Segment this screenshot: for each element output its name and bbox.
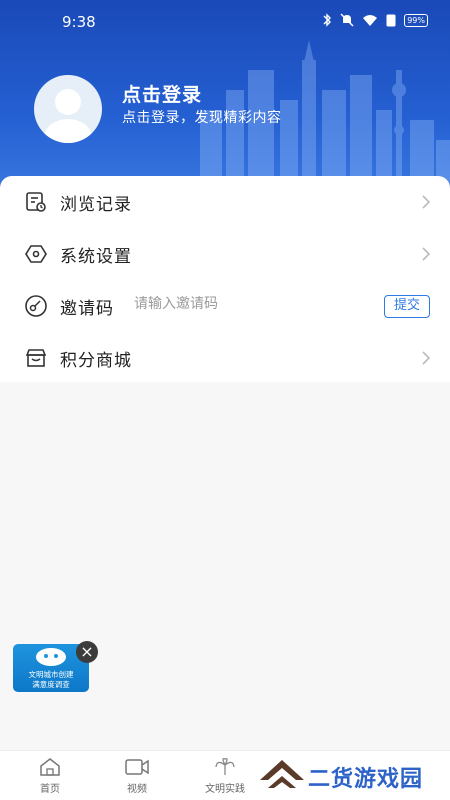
menu-label-invite: 邀请码	[60, 298, 114, 319]
login-title[interactable]: 点击登录	[122, 80, 202, 107]
survey-line2: 满意度调查	[32, 680, 70, 689]
menu-card: 浏览记录 系统设置 邀请码 提交 积分商城	[0, 176, 450, 382]
login-subtitle: 点击登录，发现精彩内容	[122, 110, 282, 126]
invite-code-input[interactable]	[134, 296, 364, 312]
nav-label-practice: 文明实践	[205, 784, 245, 795]
chevron-right-icon	[422, 247, 431, 261]
nav-practice[interactable]: 文明实践	[195, 757, 255, 795]
store-icon	[25, 349, 47, 367]
settings-icon	[25, 245, 47, 263]
battery-indicator: 99%	[404, 13, 428, 27]
menu-label-history: 浏览记录	[60, 194, 132, 215]
menu-label-settings: 系统设置	[60, 246, 132, 267]
chevron-right-icon	[422, 195, 431, 209]
sim-icon	[386, 14, 396, 26]
avatar[interactable]	[34, 75, 102, 143]
menu-item-history[interactable]: 浏览记录	[0, 176, 450, 228]
menu-item-invite: 邀请码 提交	[0, 280, 450, 332]
menu-item-settings[interactable]: 系统设置	[0, 228, 450, 280]
civilization-practice-icon	[215, 757, 235, 775]
nav-label-video: 视频	[127, 784, 147, 795]
watermark-logo-icon	[260, 760, 304, 788]
chevron-right-icon	[422, 351, 431, 365]
nav-label-home: 首页	[40, 784, 60, 795]
menu-item-points-mall[interactable]: 积分商城	[0, 332, 450, 384]
status-time: 9:38	[62, 13, 96, 31]
nav-video[interactable]: 视频	[107, 757, 167, 795]
home-icon	[40, 758, 60, 776]
history-icon	[26, 192, 46, 212]
bluetooth-icon	[323, 13, 332, 27]
wifi-icon	[363, 14, 378, 26]
submit-button[interactable]: 提交	[383, 295, 430, 318]
menu-label-points-mall: 积分商城	[60, 350, 132, 371]
close-icon[interactable]: ×	[76, 641, 98, 663]
nav-home[interactable]: 首页	[20, 757, 80, 795]
mute-icon	[340, 13, 354, 27]
profile-header: 9:38 99% 点击登录 点击登录，发现精彩内容	[0, 0, 450, 196]
invite-key-icon	[25, 295, 47, 317]
watermark-text: 二货游戏园	[308, 767, 424, 792]
video-icon	[125, 759, 149, 775]
default-avatar-icon	[44, 89, 92, 143]
watermark: 二货游戏园	[250, 752, 450, 800]
status-bar: 9:38 99%	[0, 0, 450, 40]
